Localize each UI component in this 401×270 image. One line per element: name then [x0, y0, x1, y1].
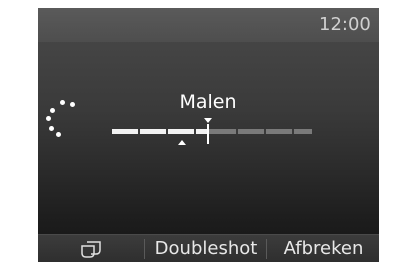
- softkey-divider: [144, 239, 145, 259]
- grind-progress-bar: [112, 116, 312, 156]
- segment-divider: [292, 129, 294, 134]
- abort-button[interactable]: Afbreken: [268, 235, 379, 262]
- two-cups-icon: [81, 241, 101, 258]
- progress-track: [208, 129, 312, 134]
- segment-divider: [236, 129, 238, 134]
- softkey-bar: Doubleshot Afbreken: [38, 234, 379, 262]
- current-position-marker-icon: [178, 140, 186, 145]
- target-marker-line: [207, 124, 209, 144]
- doubleshot-button[interactable]: Doubleshot: [146, 235, 266, 262]
- clock: 12:00: [319, 14, 371, 35]
- segment-divider: [166, 129, 168, 134]
- segment-divider: [264, 129, 266, 134]
- segment-divider: [194, 129, 196, 134]
- segment-divider: [138, 129, 140, 134]
- status-bar: 12:00: [38, 8, 379, 42]
- cups-button[interactable]: [38, 235, 144, 262]
- loading-spinner-icon: [46, 96, 86, 140]
- target-marker-icon: [204, 118, 212, 123]
- device-screen: 12:00 Malen Doubleshot Afbreken: [38, 8, 379, 262]
- process-title: Malen: [179, 91, 237, 113]
- softkey-divider: [266, 239, 267, 259]
